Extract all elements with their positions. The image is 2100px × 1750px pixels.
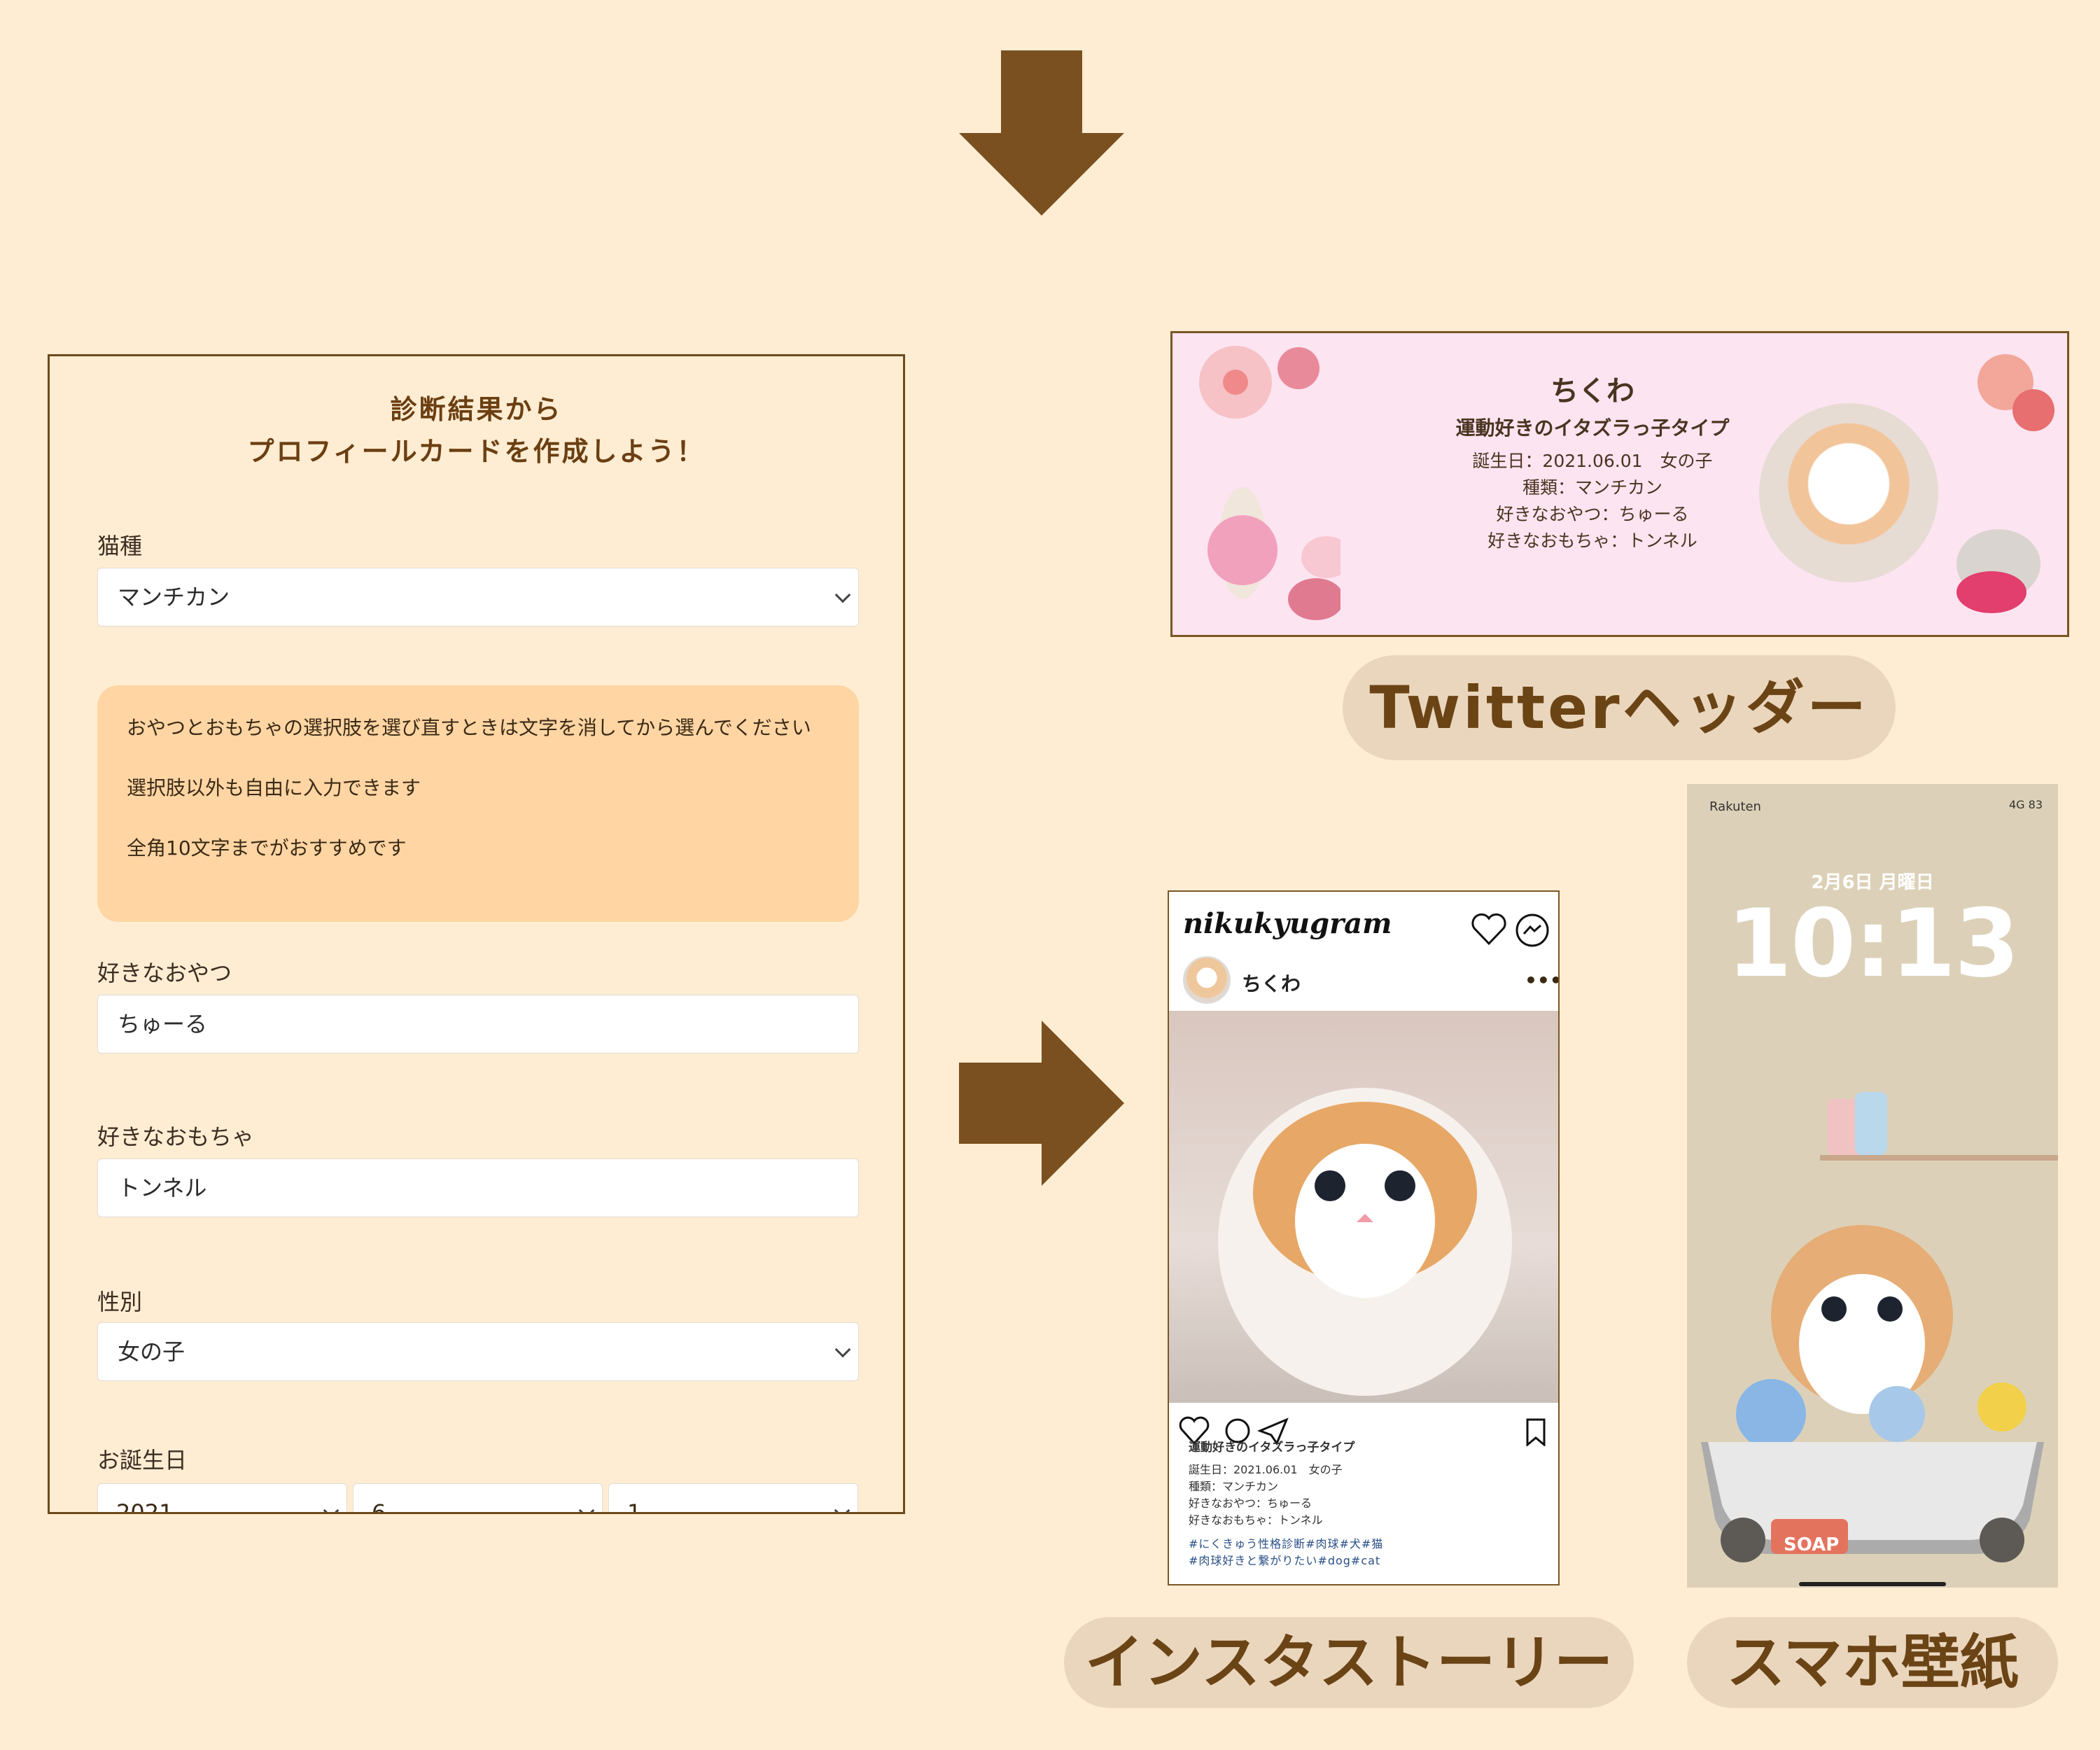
more-icon: ••• [1525, 969, 1560, 992]
heart-icon [1471, 913, 1506, 946]
birth-month-value: 6 [372, 1499, 386, 1514]
birth-month-select[interactable]: 6 [353, 1483, 603, 1514]
birth-year-value: 2021 [116, 1499, 174, 1514]
chevron-down-icon [323, 1502, 340, 1512]
profile-line: 好きなおもちゃ：トンネル [1488, 531, 1698, 551]
form-title: 診断結果から プロフィールカードを作成しよう！ [50, 388, 903, 472]
soap-label: SOAP [1784, 1534, 1840, 1555]
caption-line: 誕生日：2021.06.01 女の子 [1189, 1463, 1343, 1476]
status-bar: 4G 83 [2008, 798, 2043, 811]
carrier-label: Rakuten [1709, 799, 1761, 814]
instagram-story-label: インスタストーリー [1064, 1617, 1634, 1708]
note-box: おやつとおもちゃの選択肢を選び直すときは文字を消してから選んでください 選択肢以… [97, 685, 859, 922]
caption-line: 好きなおもちゃ：トンネル [1189, 1513, 1323, 1527]
birth-day-value: 1 [627, 1499, 642, 1514]
birthday-label: お誕生日 [97, 1447, 188, 1474]
chevron-down-icon [834, 1341, 851, 1358]
note-line: おやつとおもちゃの選択肢を選び直すときは文字を消してから選んでください [127, 716, 811, 739]
birth-day-select[interactable]: 1 [608, 1483, 858, 1514]
rose-decoration-icon [1956, 354, 2054, 613]
hashtags: #にくきゅう性格診断#肉球#犬#猫 [1189, 1537, 1384, 1550]
arrow-down-icon [959, 50, 1124, 216]
caption: 運動好きのイタズラっ子タイプ 誕生日：2021.06.01 女の子 種類：マンチ… [1189, 1439, 1546, 1569]
chevron-down-icon [834, 1502, 850, 1512]
snack-input[interactable]: ちゅーる [97, 995, 859, 1054]
profile-form-panel: 診断結果から プロフィールカードを作成しよう！ 猫種 マンチカン おやつとおもち… [48, 354, 905, 1514]
username: ちくわ [1242, 972, 1301, 995]
arrow-right-icon [959, 1021, 1124, 1186]
form-title-line1: 診断結果から [390, 394, 563, 425]
caption-line: 種類：マンチカン [1189, 1480, 1279, 1493]
chevron-down-icon [834, 587, 851, 603]
breed-select[interactable]: マンチカン [97, 568, 859, 626]
bath-illustration [1701, 1092, 2058, 1586]
instagram-story-preview: nikukyugram ちくわ ••• 運動好きのイタズラっ子タイプ 誕生日：2… [1168, 890, 1560, 1586]
avatar [1183, 956, 1231, 1004]
cat-name: ちくわ [1550, 375, 1634, 407]
gender-select[interactable]: 女の子 [97, 1322, 859, 1381]
toy-label: 好きなおもちゃ [97, 1124, 255, 1150]
toy-input[interactable]: トンネル [97, 1158, 859, 1217]
lock-time: 10:13 [1726, 889, 2020, 998]
twitter-header-label: Twitterヘッダー [1343, 655, 1896, 760]
twitter-header-preview: ちくわ 運動好きのイタズラっ子タイプ 誕生日：2021.06.01 女の子 種類… [1170, 331, 2069, 637]
cat-photo [1759, 403, 1938, 582]
personality-type: 運動好きのイタズラっ子タイプ [1455, 416, 1730, 440]
form-title-line2: プロフィールカードを作成しよう！ [247, 436, 706, 467]
caption-line: 好きなおやつ：ちゅーる [1189, 1497, 1312, 1510]
snack-label: 好きなおやつ [97, 960, 232, 986]
personality-type: 運動好きのイタズラっ子タイプ [1189, 1441, 1355, 1455]
app-logo: nikukyugram [1183, 907, 1392, 940]
phone-wallpaper-preview: Rakuten 4G 83 2月6日 月曜日 10:13 SOAP [1687, 784, 2058, 1588]
gender-label: 性別 [97, 1289, 143, 1315]
breed-select-value: マンチカン [118, 584, 230, 610]
chevron-down-icon [578, 1502, 595, 1512]
gender-select-value: 女の子 [118, 1338, 186, 1365]
hashtags: #肉球好きと繋がりたい#dog#cat [1189, 1554, 1381, 1567]
breed-label: 猫種 [97, 533, 143, 559]
flower-decoration-icon [1199, 346, 1340, 620]
cat-photo [1169, 1011, 1558, 1403]
phone-wallpaper-label: スマホ壁紙 [1687, 1617, 2058, 1708]
note-line: 選択肢以外も自由に入力できます [127, 776, 421, 799]
note-line: 全角10文字までがおすすめです [127, 836, 407, 860]
birth-year-select[interactable]: 2021 [97, 1483, 347, 1514]
messenger-icon [1516, 913, 1549, 947]
